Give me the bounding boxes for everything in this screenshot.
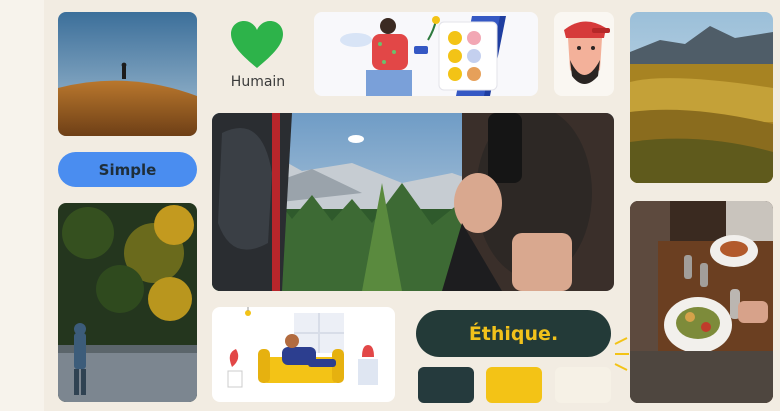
photo-hill-silhouette (58, 12, 197, 136)
left-edge-panel (0, 0, 44, 411)
simple-label: Simple (98, 160, 157, 179)
swatch-yellow (486, 367, 542, 403)
photo-hiker-forest-river (58, 203, 197, 402)
heart-icon (230, 20, 284, 70)
ethique-pill[interactable]: Éthique. (416, 310, 611, 357)
photo-autumn-mountain-valley (630, 12, 773, 183)
swatch-cream (555, 367, 611, 403)
illustration-woman-holding-plant (314, 12, 538, 96)
photo-restaurant-table (630, 201, 773, 403)
photo-car-window-photographer (212, 113, 614, 291)
simple-pill[interactable]: Simple (58, 152, 197, 187)
illustration-bearded-man (554, 12, 614, 96)
ethique-label: Éthique. (468, 322, 559, 345)
swatch-dark (418, 367, 474, 403)
humain-label: Humain (230, 74, 286, 90)
illustration-person-on-sofa (212, 307, 395, 402)
